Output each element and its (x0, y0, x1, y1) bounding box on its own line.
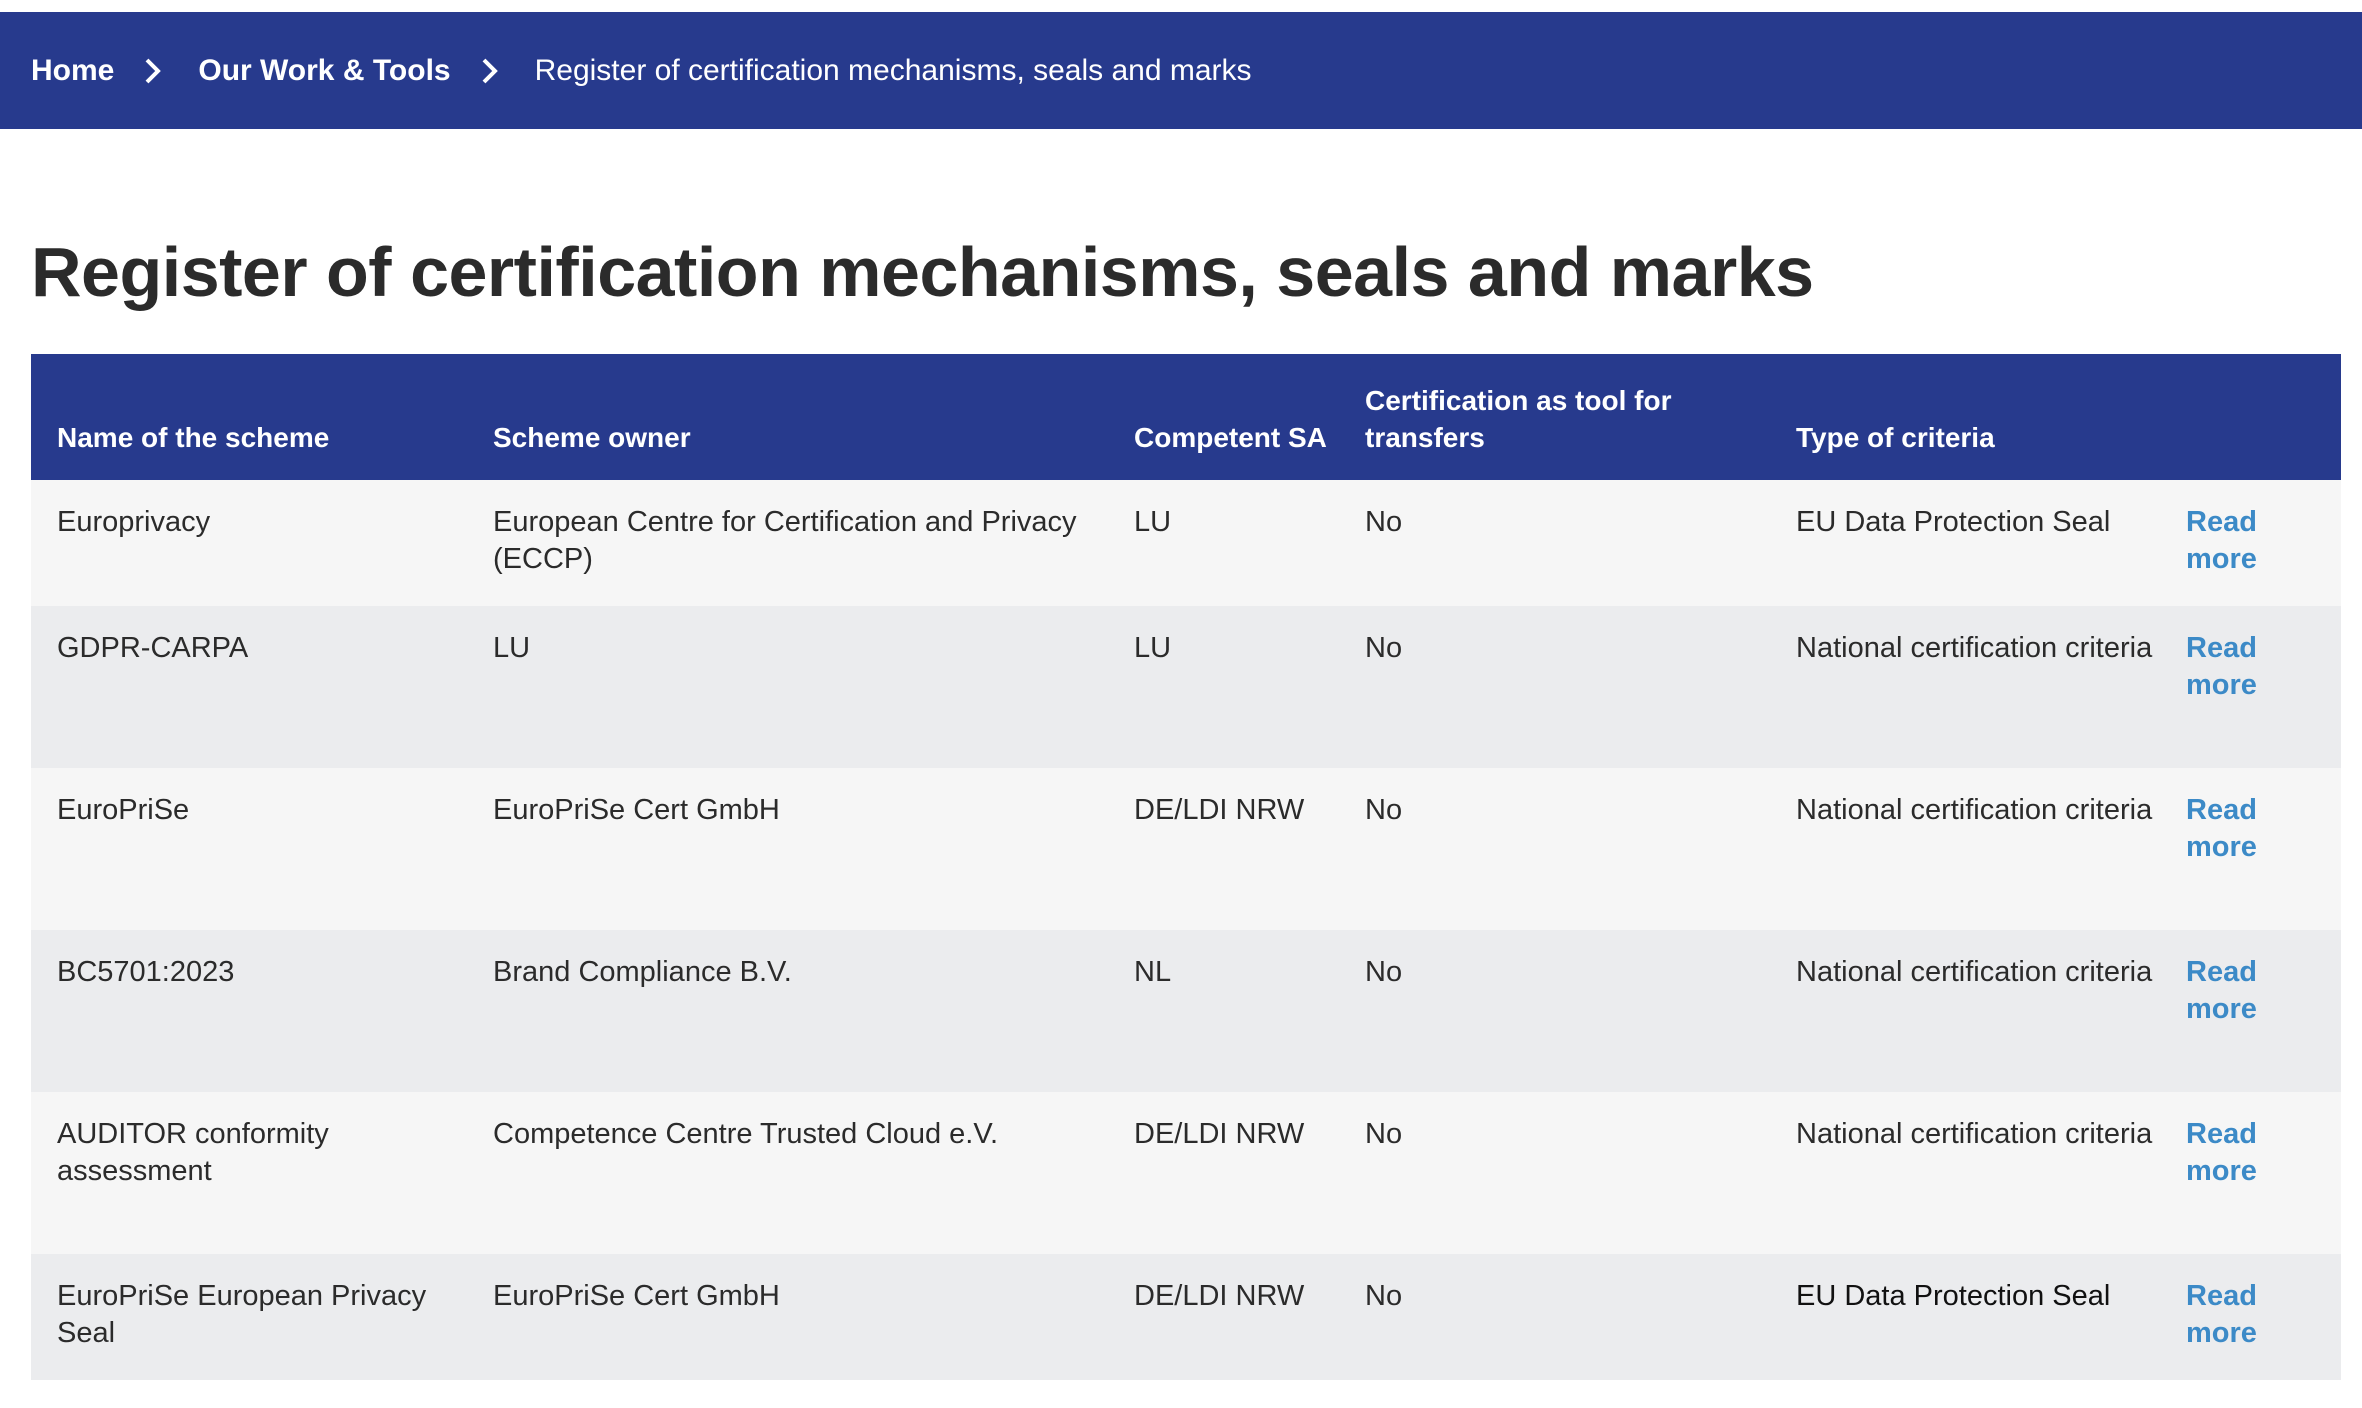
cell-competent-sa: LU (1134, 632, 1172, 664)
breadcrumb: Home Our Work & Tools Register of certif… (0, 12, 2362, 129)
cell-criteria: National certification criteria (1796, 956, 2153, 988)
page-title: Register of certification mechanisms, se… (31, 233, 1814, 311)
read-more-link[interactable]: Read more (2186, 504, 2266, 578)
read-more-link[interactable]: Read more (2186, 630, 2266, 704)
cell-name: EuroPriSe (57, 794, 190, 826)
header-criteria: Type of criteria (1796, 422, 1995, 453)
cell-name: Europrivacy (57, 506, 211, 538)
table-row: EuroPriSe EuroPriSe Cert GmbH DE/LDI NRW… (31, 768, 2341, 930)
cell-transfers: No (1365, 506, 1403, 538)
cell-competent-sa: LU (1134, 506, 1172, 538)
breadcrumb-current: Register of certification mechanisms, se… (534, 53, 1252, 87)
cell-name: AUDITOR conformity assessment (57, 1118, 329, 1187)
cell-criteria: EU Data Protection Seal (1796, 506, 2111, 538)
cell-competent-sa: DE/LDI NRW (1134, 794, 1305, 826)
chevron-right-icon (136, 54, 176, 88)
table-row: AUDITOR conformity assessment Competence… (31, 1092, 2341, 1254)
cell-action: Read more (2160, 1254, 2341, 1380)
cell-action: Read more (2160, 930, 2341, 1092)
table-header-row: Name of the scheme Scheme owner Competen… (31, 354, 2341, 480)
table-row: BC5701:2023 Brand Compliance B.V. NL No … (31, 930, 2341, 1092)
cell-action: Read more (2160, 480, 2341, 606)
cell-name: BC5701:2023 (57, 956, 235, 988)
cell-owner: Competence Centre Trusted Cloud e.V. (493, 1118, 999, 1150)
cell-owner: EuroPriSe Cert GmbH (493, 794, 780, 826)
cell-competent-sa: NL (1134, 956, 1172, 988)
register-table-container: Name of the scheme Scheme owner Competen… (31, 354, 2341, 1380)
cell-owner: LU (493, 632, 531, 664)
chevron-right-icon (473, 54, 513, 88)
header-name: Name of the scheme (57, 422, 330, 453)
cell-owner: Brand Compliance B.V. (493, 956, 792, 988)
cell-criteria: EU Data Protection Seal (1796, 1280, 2111, 1312)
cell-name: GDPR-CARPA (57, 632, 249, 664)
cell-action: Read more (2160, 768, 2341, 930)
header-owner: Scheme owner (493, 422, 691, 453)
cell-transfers: No (1365, 1118, 1403, 1150)
breadcrumb-our-work-link[interactable]: Our Work & Tools (198, 54, 450, 88)
cell-transfers: No (1365, 794, 1403, 826)
cell-criteria: National certification criteria (1796, 794, 2153, 826)
cell-owner: EuroPriSe Cert GmbH (493, 1280, 780, 1312)
header-actions (2160, 354, 2341, 480)
read-more-link[interactable]: Read more (2186, 792, 2266, 866)
read-more-link[interactable]: Read more (2186, 1278, 2266, 1352)
cell-transfers: No (1365, 632, 1403, 664)
cell-competent-sa: DE/LDI NRW (1134, 1280, 1305, 1312)
header-competent-sa: Competent SA (1134, 422, 1327, 453)
cell-owner: European Centre for Certification and Pr… (493, 506, 1077, 575)
cell-action: Read more (2160, 606, 2341, 768)
header-transfers: Certification as tool for transfers (1365, 385, 1672, 453)
table-row: Europrivacy European Centre for Certific… (31, 480, 2341, 606)
breadcrumb-home-link[interactable]: Home (31, 54, 114, 88)
read-more-link[interactable]: Read more (2186, 954, 2266, 1028)
table-row: GDPR-CARPA LU LU No National certificati… (31, 606, 2341, 768)
cell-transfers: No (1365, 956, 1403, 988)
read-more-link[interactable]: Read more (2186, 1116, 2266, 1190)
cell-competent-sa: DE/LDI NRW (1134, 1118, 1305, 1150)
table-row: EuroPriSe European Privacy Seal EuroPriS… (31, 1254, 2341, 1380)
top-strip (0, 0, 2362, 12)
register-table: Name of the scheme Scheme owner Competen… (31, 354, 2341, 1380)
cell-name: EuroPriSe European Privacy Seal (57, 1280, 427, 1349)
cell-action: Read more (2160, 1092, 2341, 1254)
cell-transfers: No (1365, 1280, 1403, 1312)
cell-criteria: National certification criteria (1796, 1118, 2153, 1150)
cell-criteria: National certification criteria (1796, 632, 2153, 664)
